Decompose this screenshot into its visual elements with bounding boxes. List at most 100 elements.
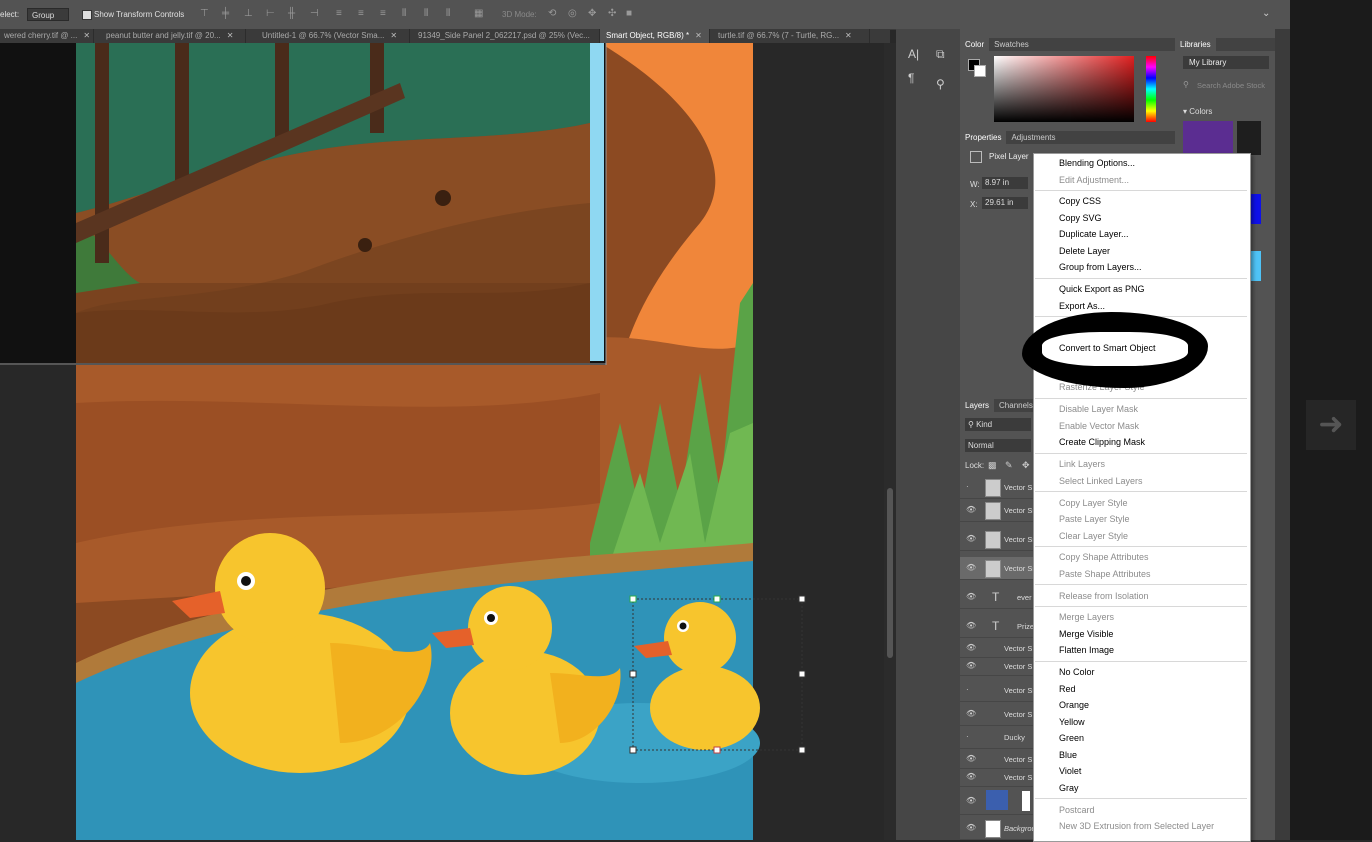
library-color-swatch[interactable] (1183, 121, 1233, 155)
menu-item-postcard[interactable]: Postcard (1059, 805, 1095, 815)
distribute-left-icon[interactable]: ⫴ (402, 8, 406, 19)
history-panel-icon[interactable]: ⧉ (936, 47, 945, 62)
menu-item-no-color[interactable]: No Color (1059, 667, 1095, 677)
menu-item-export-as[interactable]: Export As... (1059, 301, 1105, 311)
next-arrow-icon[interactable]: ➜ (1306, 400, 1356, 450)
menu-item-link-layers[interactable]: Link Layers (1059, 459, 1105, 469)
menu-item-orange[interactable]: Orange (1059, 700, 1089, 710)
width-field[interactable]: 8.97 in (982, 177, 1028, 189)
tab-peanut-butter[interactable]: peanut butter and jelly.tif @ 20... ✕ (94, 29, 246, 43)
close-icon[interactable]: ✕ (845, 31, 852, 40)
menu-item-paste-shape-attributes[interactable]: Paste Shape Attributes (1059, 569, 1151, 579)
menu-item-yellow[interactable]: Yellow (1059, 717, 1085, 727)
show-transform-checkbox[interactable] (82, 10, 92, 20)
menu-item-group-from-layers[interactable]: Group from Layers... (1059, 262, 1142, 272)
menu-item-edit-adjustment[interactable]: Edit Adjustment... (1059, 175, 1129, 185)
tab-turtle[interactable]: turtle.tif @ 66.7% (7 - Turtle, RG... ✕ (710, 29, 870, 43)
document-canvas[interactable] (0, 43, 884, 840)
align-right-icon[interactable]: ⊣ (310, 8, 319, 19)
eye-icon[interactable]: 👁 (966, 661, 976, 670)
menu-item-delete-layer[interactable]: Delete Layer (1059, 246, 1110, 256)
distribute-vcenter-icon[interactable]: ≡ (358, 8, 364, 19)
eye-icon[interactable]: 👁 (966, 823, 976, 832)
menu-item-new-3d-extrusion[interactable]: New 3D Extrusion from Selected Layer (1059, 821, 1214, 831)
3d-camera-icon[interactable]: ■ (626, 8, 632, 19)
background-color-swatch[interactable] (974, 65, 986, 77)
paragraph-panel-icon[interactable]: ¶ (908, 71, 914, 85)
layer-filter-dropdown[interactable]: ⚲ Kind (965, 418, 1031, 431)
eye-icon[interactable]: 👁 (966, 709, 976, 718)
distribute-top-icon[interactable]: ≡ (336, 8, 342, 19)
menu-item-copy-shape-attributes[interactable]: Copy Shape Attributes (1059, 552, 1149, 562)
tab-color[interactable]: Color (960, 38, 990, 51)
menu-item-merge-layers[interactable]: Merge Layers (1059, 612, 1114, 622)
eye-icon[interactable]: 👁 (966, 534, 976, 543)
menu-item-violet[interactable]: Violet (1059, 766, 1081, 776)
menu-item-blue[interactable]: Blue (1059, 750, 1077, 760)
hue-slider[interactable] (1146, 56, 1156, 122)
tab-untitled[interactable]: Untitled-1 @ 66.7% (Vector Sma... ✕ (246, 29, 410, 43)
visibility-off-icon[interactable]: · (966, 482, 969, 491)
workspace-chevron-icon[interactable]: ⌄ (1262, 8, 1270, 19)
3d-orbit-icon[interactable]: ⟲ (548, 8, 556, 19)
menu-item-copy-layer-style[interactable]: Copy Layer Style (1059, 498, 1128, 508)
menu-item-green[interactable]: Green (1059, 733, 1084, 743)
tab-active-document[interactable]: Smart Object, RGB/8) * ✕ (600, 29, 710, 43)
eye-icon[interactable]: 👁 (966, 621, 976, 630)
menu-item-clear-layer-style[interactable]: Clear Layer Style (1059, 531, 1128, 541)
tab-adjustments[interactable]: Adjustments (1006, 131, 1060, 144)
menu-item-enable-vector-mask[interactable]: Enable Vector Mask (1059, 421, 1139, 431)
character-panel-icon[interactable]: A| (908, 47, 919, 61)
distribute-bottom-icon[interactable]: ≡ (380, 8, 386, 19)
close-icon[interactable]: ✕ (83, 31, 90, 40)
eye-icon[interactable]: 👁 (966, 592, 976, 601)
menu-item-release-from-isolation[interactable]: Release from Isolation (1059, 591, 1149, 601)
auto-align-icon[interactable]: ▦ (474, 8, 483, 19)
menu-item-copy-css[interactable]: Copy CSS (1059, 196, 1101, 206)
eye-icon[interactable]: 👁 (966, 643, 976, 652)
menu-item-quick-export-png[interactable]: Quick Export as PNG (1059, 284, 1145, 294)
tab-layers[interactable]: Layers (960, 399, 995, 412)
lock-position-icon[interactable]: ✥ (1022, 460, 1030, 471)
distribute-right-icon[interactable]: ⫴ (446, 8, 450, 19)
eye-icon[interactable]: 👁 (966, 563, 976, 572)
align-hcenter-icon[interactable]: ╫ (288, 8, 295, 19)
3d-drag-icon[interactable]: ✥ (588, 8, 596, 19)
canvas-vertical-scrollbar[interactable] (884, 43, 896, 840)
eye-icon[interactable]: 👁 (966, 772, 976, 781)
menu-item-select-linked-layers[interactable]: Select Linked Layers (1059, 476, 1143, 486)
menu-item-copy-svg[interactable]: Copy SVG (1059, 213, 1102, 223)
menu-item-convert-to-smart-object[interactable]: Convert to Smart Object (1059, 343, 1156, 353)
menu-item-disable-layer-mask[interactable]: Disable Layer Mask (1059, 404, 1138, 414)
menu-item-duplicate-layer[interactable]: Duplicate Layer... (1059, 229, 1129, 239)
library-color-swatch[interactable] (1251, 251, 1261, 281)
scroll-thumb[interactable] (887, 488, 893, 658)
eye-icon[interactable]: 👁 (966, 754, 976, 763)
glyphs-panel-icon[interactable]: ⚲ (936, 77, 945, 91)
visibility-off-icon[interactable]: · (966, 732, 969, 741)
visibility-off-icon[interactable]: · (966, 685, 969, 694)
menu-item-red[interactable]: Red (1059, 684, 1076, 694)
menu-item-blending-options[interactable]: Blending Options... (1059, 158, 1135, 168)
eye-icon[interactable]: 👁 (966, 505, 976, 514)
eye-icon[interactable]: 👁 (966, 796, 976, 805)
align-top-icon[interactable]: ⊤ (200, 8, 209, 19)
menu-item-merge-visible[interactable]: Merge Visible (1059, 629, 1113, 639)
library-color-swatch[interactable] (1251, 194, 1261, 224)
library-dropdown[interactable]: My Library (1183, 56, 1269, 69)
menu-item-flatten-image[interactable]: Flatten Image (1059, 645, 1114, 655)
menu-item-gray[interactable]: Gray (1059, 783, 1079, 793)
tab-side-panel[interactable]: 91349_Side Panel 2_062217.psd @ 25% (Vec… (410, 29, 600, 43)
close-icon[interactable]: ✕ (390, 31, 397, 40)
tab-swatches[interactable]: Swatches (989, 38, 1034, 51)
align-bottom-icon[interactable]: ⊥ (244, 8, 253, 19)
align-vcenter-icon[interactable]: ╪ (222, 8, 229, 19)
3d-roll-icon[interactable]: ◎ (568, 8, 577, 19)
tab-channels[interactable]: Channels (994, 399, 1038, 412)
color-field[interactable] (994, 56, 1134, 122)
stock-search-input[interactable]: Search Adobe Stock (1197, 81, 1265, 90)
close-icon[interactable]: ✕ (227, 31, 234, 40)
tab-properties[interactable]: Properties (960, 131, 1007, 144)
distribute-hcenter-icon[interactable]: ⫴ (424, 8, 428, 19)
close-icon[interactable]: ✕ (695, 31, 702, 40)
